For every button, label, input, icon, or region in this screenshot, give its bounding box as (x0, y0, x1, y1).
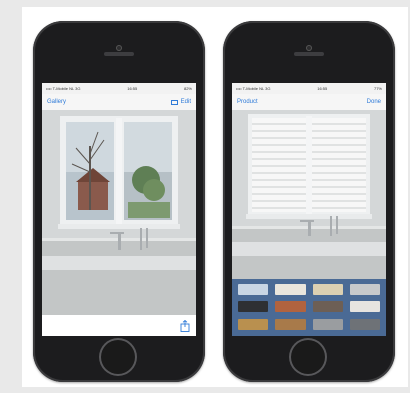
material-swatch[interactable] (238, 301, 269, 313)
carrier-label: •••• T-Mobile NL 3G (236, 86, 271, 91)
phone-right: •••• T-Mobile NL 3G 16:55 77% Product Do… (223, 21, 395, 382)
clock-label: 16:55 (127, 86, 138, 91)
room-photo-illustration (42, 110, 196, 315)
speaker-grille (104, 52, 134, 56)
material-swatch[interactable] (238, 318, 269, 330)
material-swatch[interactable] (349, 284, 380, 295)
product-back-button[interactable]: Product (237, 99, 258, 105)
room-photo (42, 110, 196, 315)
material-palette (232, 279, 386, 336)
gallery-back-button[interactable]: Gallery (47, 99, 66, 105)
edit-label: Edit (180, 99, 191, 105)
clock-label: 16:55 (317, 86, 328, 91)
speaker-grille (294, 52, 324, 56)
material-swatch[interactable] (349, 318, 380, 330)
status-bar: •••• T-Mobile NL 3G 16:55 82% (42, 83, 196, 94)
phone-left: •••• T-Mobile NL 3G 16:55 82% Gallery Ed… (33, 21, 205, 382)
stage: •••• T-Mobile NL 3G 16:55 82% Gallery Ed… (22, 7, 408, 387)
status-bar: •••• T-Mobile NL 3G 16:55 77% (232, 83, 386, 94)
material-swatch[interactable] (275, 301, 306, 313)
toolbar-bottom (42, 315, 196, 336)
carrier-label: •••• T-Mobile NL 3G (46, 86, 81, 91)
front-camera (306, 45, 312, 51)
phone-right-screen: •••• T-Mobile NL 3G 16:55 77% Product Do… (232, 83, 386, 336)
room-photo-blinds-illustration (232, 110, 386, 280)
nav-bar: Gallery Edit (42, 94, 196, 110)
material-swatch[interactable] (275, 318, 306, 330)
home-button[interactable] (99, 338, 137, 376)
home-button[interactable] (289, 338, 327, 376)
battery-label: 77% (373, 86, 382, 91)
material-swatch[interactable] (312, 318, 343, 330)
share-icon[interactable] (180, 319, 190, 332)
material-swatch[interactable] (312, 284, 343, 295)
material-swatch[interactable] (238, 284, 269, 295)
edit-icon (170, 99, 178, 105)
material-swatch[interactable] (275, 284, 306, 295)
battery-label: 82% (183, 86, 192, 91)
material-swatch[interactable] (312, 301, 343, 313)
done-button[interactable]: Done (367, 99, 381, 105)
room-photo-with-blinds (232, 110, 386, 280)
front-camera (116, 45, 122, 51)
phone-left-screen: •••• T-Mobile NL 3G 16:55 82% Gallery Ed… (42, 83, 196, 336)
material-swatch[interactable] (349, 301, 380, 313)
edit-button[interactable]: Edit (170, 99, 191, 105)
nav-bar: Product Done (232, 94, 386, 110)
